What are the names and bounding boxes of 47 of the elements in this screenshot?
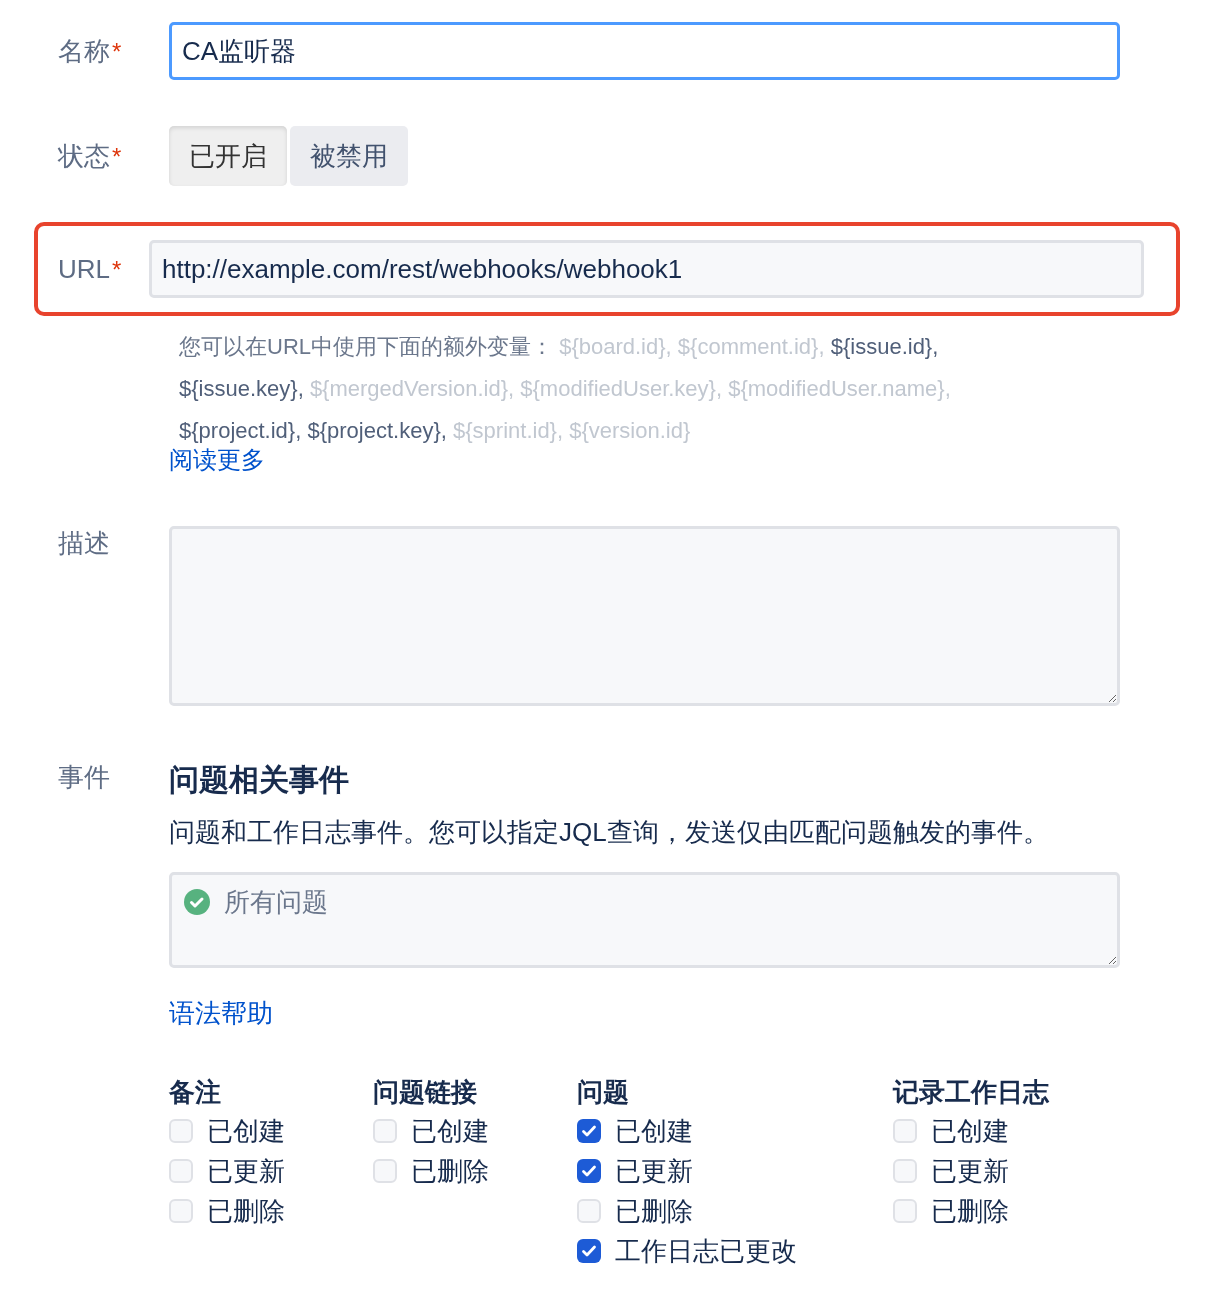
status-toggle[interactable]: 被禁用 [290,126,408,186]
field-label: 事件 [58,761,111,794]
checkbox-label: 已删除 [615,1194,693,1228]
checkbox-label: 已更新 [207,1154,285,1188]
checkbox[interactable] [373,1159,397,1183]
checkbox-label: 已创建 [411,1114,489,1148]
status-toggle[interactable]: 已开启 [169,126,287,186]
checkbox-label: 已删除 [411,1154,489,1188]
url-field[interactable]: http://example.com/rest/webhooks/webhook1 [149,240,1144,298]
checkbox-label: 已更新 [615,1154,693,1188]
checkbox[interactable] [577,1239,601,1263]
read-more-link[interactable]: 阅读更多 [169,446,265,473]
jql-field[interactable]: 所有问题 [169,872,1120,968]
checkbox[interactable] [893,1159,917,1183]
required-asterisk: * [112,142,122,170]
checkbox[interactable] [893,1119,917,1143]
checkbox[interactable] [577,1119,601,1143]
checkbox-label: 已删除 [207,1194,285,1228]
checkbox-label: 工作日志已更改 [615,1234,797,1268]
group-title: 备注 [169,1076,222,1109]
checkbox-label: 已创建 [931,1114,1009,1148]
checkbox[interactable] [577,1199,601,1223]
help-text: 您可以在URL中使用下面的额外变量： ${board.id}, ${comment.id}, ${issue.id}, ${issue.key}, ${mergedVersion.id}, ${modifiedUser.key}, ${modifiedUser.name}, ${project.id}, ${project.key}, ${sprint.id}, ${version.id} [179,333,952,445]
group-title: 问题 [577,1076,630,1109]
checkbox[interactable] [169,1199,193,1223]
checkbox-label: 已更新 [931,1154,1009,1188]
group-title: 记录工作日志 [893,1076,1050,1109]
syntax-help-link[interactable]: 语法帮助 [169,998,273,1028]
section-title: 问题相关事件 [169,762,350,798]
group-title: 问题链接 [373,1076,478,1109]
required-asterisk: * [112,37,122,65]
name-field[interactable]: CA监听器 [169,22,1120,80]
field-label: URL* [58,253,123,285]
checkbox[interactable] [373,1119,397,1143]
description-field[interactable] [169,526,1120,706]
section-description: 问题和工作日志事件。您可以指定JQL查询，发送仅由匹配问题触发的事件。 [169,816,1050,849]
checkbox[interactable] [577,1159,601,1183]
checkbox[interactable] [169,1159,193,1183]
field-label: 描述 [58,527,111,560]
checkbox[interactable] [169,1119,193,1143]
checkbox-label: 已创建 [615,1114,693,1148]
required-asterisk: * [112,255,122,283]
checkbox-label: 已创建 [207,1114,285,1148]
field-label: 名称* [58,34,123,68]
checkbox-label: 已删除 [931,1194,1009,1228]
checkbox[interactable] [893,1199,917,1223]
field-label: 状态* [58,139,123,173]
